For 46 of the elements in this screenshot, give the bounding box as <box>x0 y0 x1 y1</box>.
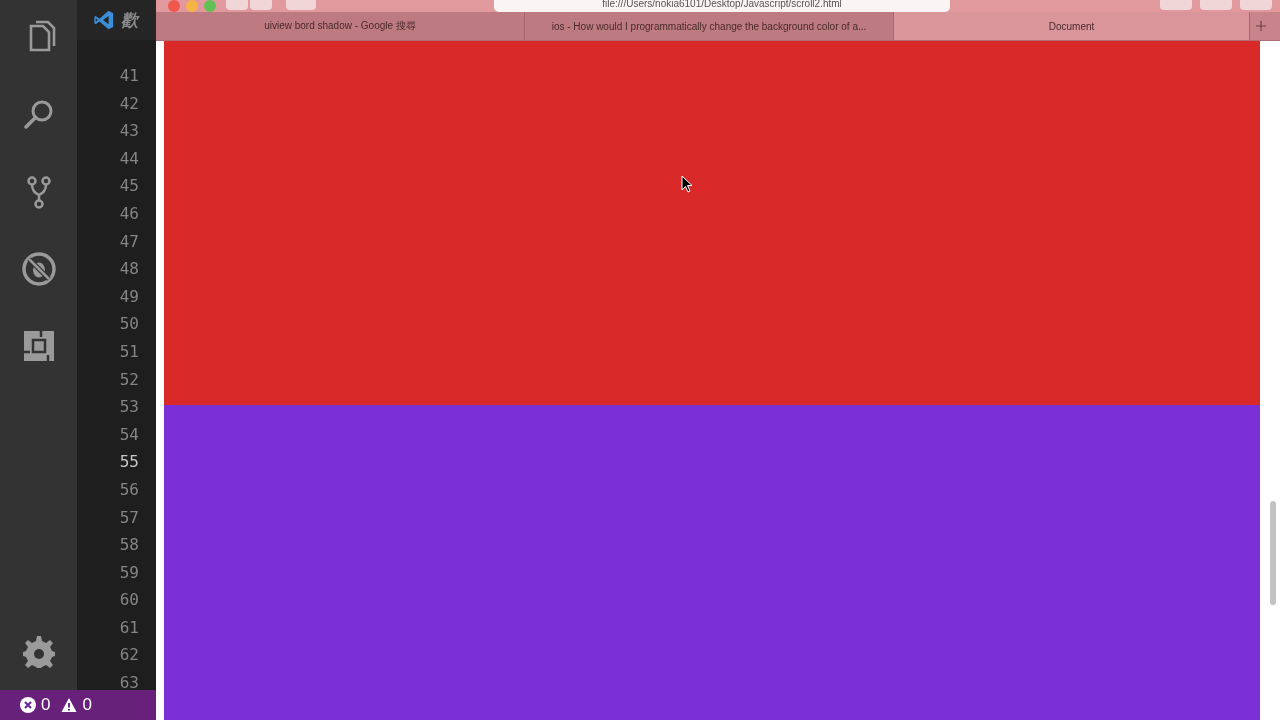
zoom-button[interactable] <box>204 0 216 12</box>
editor-tab-title[interactable]: 歡 <box>121 8 138 32</box>
line-number: 49 <box>118 285 140 308</box>
line-number: 59 <box>118 561 140 584</box>
line-number: 48 <box>118 258 140 281</box>
line-number: 51 <box>118 340 140 363</box>
line-number: 57 <box>118 506 140 529</box>
code-logo-icon <box>93 9 115 31</box>
error-icon[interactable] <box>20 697 36 713</box>
warning-count[interactable]: 0 <box>82 695 92 715</box>
browser-tab[interactable]: uiview bord shadow - Google 搜尋 <box>156 12 525 40</box>
minimize-button[interactable] <box>186 0 198 12</box>
line-number: 55 <box>118 451 140 474</box>
line-number: 44 <box>118 147 140 170</box>
line-number: 54 <box>118 423 140 446</box>
browser-tab[interactable]: ios - How would I programmatically change the background color of a... <box>525 12 894 40</box>
line-number: 62 <box>118 644 140 667</box>
error-count[interactable]: 0 <box>41 695 51 715</box>
line-number: 52 <box>118 368 140 391</box>
browser-tab[interactable]: Document <box>894 12 1250 40</box>
line-number: 50 <box>118 313 140 336</box>
line-number: 60 <box>118 589 140 612</box>
share-button[interactable] <box>1200 0 1233 10</box>
forward-button[interactable] <box>249 0 272 10</box>
line-number: 43 <box>118 120 140 143</box>
line-number: 61 <box>118 616 140 639</box>
line-number: 47 <box>118 230 140 253</box>
mouse-pointer-icon <box>681 175 693 193</box>
line-number: 56 <box>118 478 140 501</box>
warning-icon[interactable] <box>61 697 78 713</box>
line-number: 58 <box>118 534 140 557</box>
line-number: 45 <box>118 175 140 198</box>
sidebar-button[interactable] <box>285 0 316 10</box>
tabs-button[interactable] <box>1240 0 1272 10</box>
download-button[interactable] <box>1160 0 1193 10</box>
close-button[interactable] <box>168 0 180 12</box>
line-number: 41 <box>118 65 140 87</box>
no-bug-icon[interactable] <box>20 251 57 287</box>
scroll-thumb[interactable] <box>1270 501 1276 605</box>
back-button[interactable] <box>226 0 248 10</box>
plus-icon <box>1256 21 1266 31</box>
line-number: 53 <box>118 396 140 419</box>
line-number: 63 <box>118 672 140 690</box>
line-number: 46 <box>118 202 140 225</box>
address-field[interactable]: file:///Users/nokia6101/Desktop/Javascript/scroll2.html <box>493 0 951 12</box>
line-number: 42 <box>118 92 140 115</box>
